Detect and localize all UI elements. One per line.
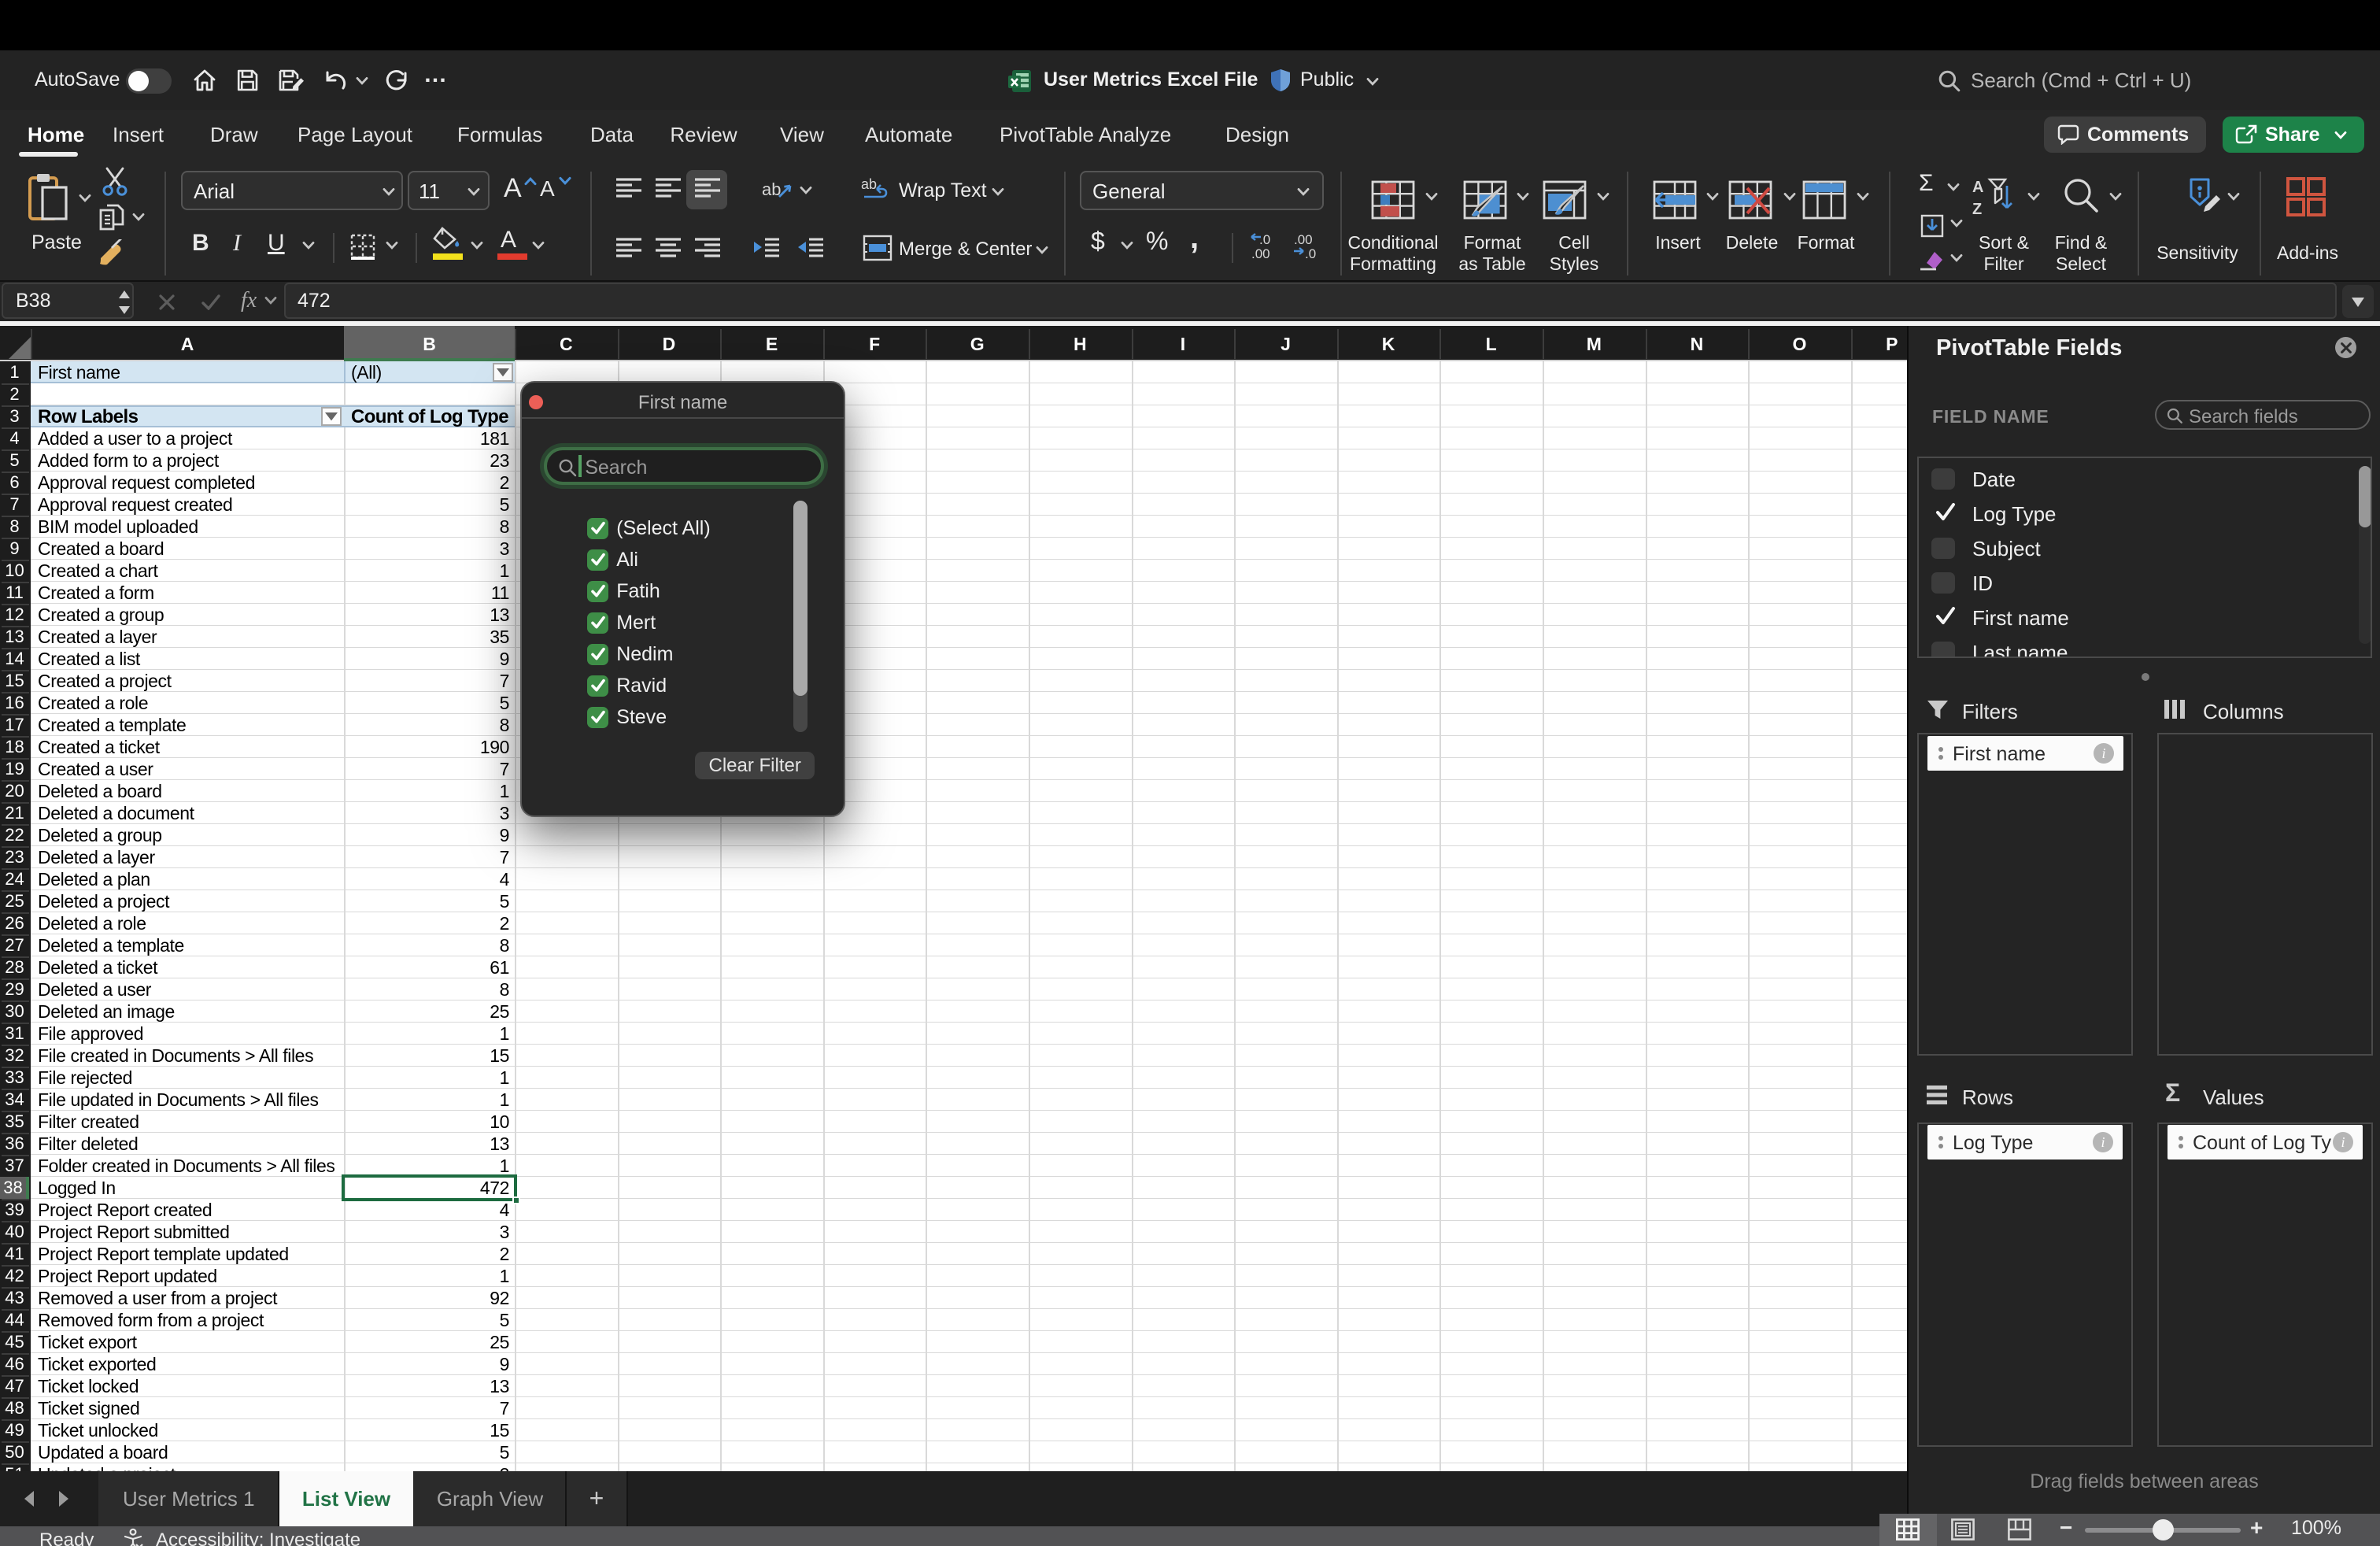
svg-text:.0: .0 <box>1259 232 1270 247</box>
svg-text:Z: Z <box>1972 201 1982 217</box>
svg-text:.00: .00 <box>1294 232 1313 247</box>
svg-text:ab: ab <box>762 179 781 199</box>
svg-text:A: A <box>1972 179 1983 196</box>
svg-text:ab: ab <box>861 176 877 192</box>
svg-text:.00: .00 <box>1251 246 1270 260</box>
svg-text:.0: .0 <box>1305 246 1316 260</box>
